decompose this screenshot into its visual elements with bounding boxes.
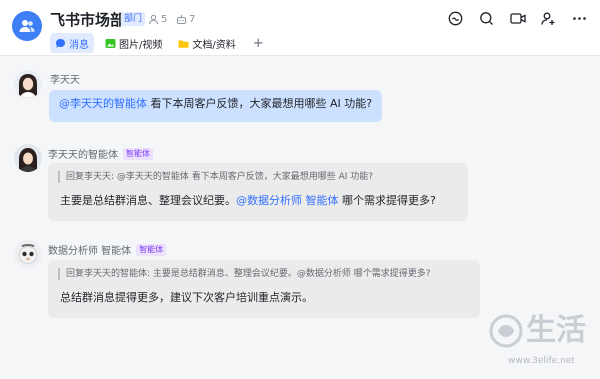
member-count-value: 5 [161, 13, 168, 25]
watermark-url: www.3elife.net [508, 356, 575, 366]
message-bubble[interactable]: 回复李天天: @李天天的智能体 看下本周客户反馈，大家最想用哪些 AI 功能? … [48, 163, 468, 221]
site-watermark: 生活 www.3elife.net [484, 301, 594, 375]
chat-bubble-icon [56, 38, 65, 48]
bot-icon [177, 14, 186, 24]
mention-link[interactable]: @李天天的智能体 [59, 97, 147, 110]
bot-count-value: 7 [189, 13, 196, 25]
tab-messages[interactable]: 消息 [50, 33, 94, 53]
avatar[interactable] [14, 144, 42, 172]
more-icon[interactable] [571, 10, 588, 27]
message-text-part: 哪个需求提得更多? [338, 194, 436, 207]
sender-name: 李天天的智能体 智能体 [48, 146, 153, 161]
watermark-text: 生活 [526, 313, 586, 348]
sender-name-text: 李天天 [50, 75, 80, 86]
user-avatar-icon [14, 70, 42, 98]
message-text: 主要是总结群消息、整理会议纪要。@数据分析师 智能体 哪个需求提得更多? [58, 193, 458, 209]
video-call-icon[interactable] [509, 10, 526, 27]
sender-name: 数据分析师 智能体 智能体 [48, 242, 167, 257]
department-badge: 部门 [121, 12, 146, 26]
analyst-avatar-icon [14, 240, 42, 268]
tab-images-videos[interactable]: 图片/视频 [100, 33, 167, 53]
members-icon [149, 14, 158, 24]
mention-link[interactable]: @数据分析师 智能体 [236, 194, 339, 207]
image-icon [105, 38, 116, 48]
message-text-part: 主要是总结群消息、整理会议纪要。 [60, 194, 236, 207]
reply-quote[interactable]: 回复李天天的智能体: 主要是总结群消息、整理会议纪要。@数据分析师 哪个需求提得… [58, 268, 470, 280]
reply-quote[interactable]: 回复李天天: @李天天的智能体 看下本周客户反馈，大家最想用哪些 AI 功能? [58, 171, 458, 183]
avatar[interactable] [14, 240, 42, 268]
search-icon[interactable] [478, 10, 495, 27]
chat-title[interactable]: 飞书市场部 [50, 9, 125, 30]
message-bubble[interactable]: @李天天的智能体 看下本周客户反馈，大家最想用哪些 AI 功能? [49, 90, 383, 122]
header-actions [447, 10, 588, 27]
message-text: 看下本周客户反馈，大家最想用哪些 AI 功能? [147, 97, 373, 110]
folder-icon [178, 40, 189, 48]
group-icon [19, 20, 35, 32]
bot-count[interactable]: 7 [176, 12, 195, 26]
sender-name-text: 李天天的智能体 [48, 150, 118, 161]
add-member-icon[interactable] [540, 10, 557, 27]
sender-name-text: 数据分析师 智能体 [48, 246, 132, 257]
message-bubble[interactable]: 回复李天天的智能体: 主要是总结群消息、整理会议纪要。@数据分析师 哪个需求提得… [48, 260, 480, 318]
chat-header: 飞书市场部 部门 5 7 消息 图片/视频 文档/资料 + [0, 0, 600, 56]
tab-label: 图片/视频 [119, 39, 163, 51]
tab-label: 文档/资料 [192, 39, 236, 51]
message-text: 总结群消息提得更多，建议下次客户培训重点演示。 [60, 291, 313, 304]
avatar[interactable] [14, 70, 42, 98]
sender-name: 李天天 [50, 71, 80, 86]
group-avatar[interactable] [12, 11, 42, 41]
add-tab-button[interactable]: + [247, 33, 270, 53]
bot-avatar-icon [14, 144, 42, 172]
member-count[interactable]: 5 [148, 12, 167, 26]
tab-label: 消息 [69, 39, 89, 51]
tab-docs-files[interactable]: 文档/资料 [173, 33, 240, 53]
meeting-icon[interactable] [447, 10, 464, 27]
bot-badge: 智能体 [123, 147, 153, 160]
chat-tabs: 消息 图片/视频 文档/资料 + [50, 33, 270, 53]
bot-badge: 智能体 [136, 243, 167, 256]
